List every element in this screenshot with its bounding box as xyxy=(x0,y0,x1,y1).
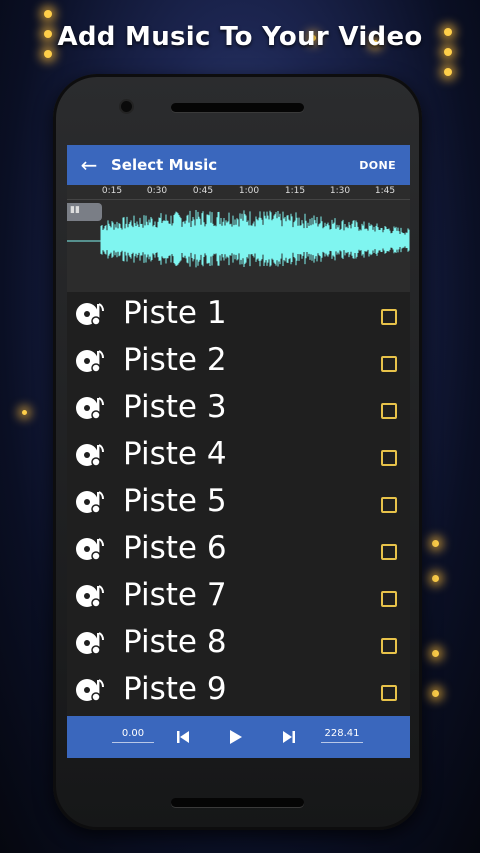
timeline-tick: 0:45 xyxy=(192,186,214,196)
timeline-tick: 1:00 xyxy=(238,186,260,196)
play-icon[interactable] xyxy=(223,716,247,758)
track-list: Piste 1 Piste 2 Piste 3 Piste 4 Piste 5 … xyxy=(67,292,410,716)
track-checkbox[interactable] xyxy=(381,638,397,654)
timeline: 0:15 0:30 0:45 1:00 1:15 1:30 1:45 xyxy=(67,185,410,200)
list-item[interactable]: Piste 7 xyxy=(67,574,410,621)
track-label: Piste 2 xyxy=(123,342,227,378)
music-disc-icon xyxy=(76,679,104,702)
list-item[interactable]: Piste 4 xyxy=(67,433,410,480)
start-time-field[interactable]: 0.00 xyxy=(112,728,154,743)
skip-next-icon[interactable] xyxy=(277,716,301,758)
app-bar: ← Select Music DONE xyxy=(67,145,410,185)
track-label: Piste 1 xyxy=(123,295,227,331)
track-checkbox[interactable] xyxy=(381,356,397,372)
list-item[interactable]: Piste 6 xyxy=(67,527,410,574)
music-disc-icon xyxy=(76,491,104,514)
list-item[interactable]: Piste 2 xyxy=(67,339,410,386)
track-label: Piste 8 xyxy=(123,624,227,660)
track-label: Piste 9 xyxy=(123,671,227,707)
music-disc-icon xyxy=(76,350,104,373)
track-checkbox[interactable] xyxy=(381,450,397,466)
music-disc-icon xyxy=(76,585,104,608)
skip-previous-icon[interactable] xyxy=(171,716,195,758)
music-disc-icon xyxy=(76,397,104,420)
track-checkbox[interactable] xyxy=(381,685,397,701)
list-item[interactable]: Piste 3 xyxy=(67,386,410,433)
headline: Add Music To Your Video xyxy=(57,22,423,52)
track-checkbox[interactable] xyxy=(381,544,397,560)
list-item[interactable]: Piste 8 xyxy=(67,621,410,668)
timeline-tick: 1:15 xyxy=(284,186,306,196)
done-button[interactable]: DONE xyxy=(359,159,396,172)
track-checkbox[interactable] xyxy=(381,403,397,419)
bottom-speaker xyxy=(171,798,304,807)
waveform xyxy=(67,209,410,268)
track-label: Piste 3 xyxy=(123,389,227,425)
app-screen: ← Select Music DONE 0:15 0:30 0:45 1:00 … xyxy=(67,145,410,758)
music-disc-icon xyxy=(76,444,104,467)
arrow-left-icon[interactable]: ← xyxy=(67,145,111,185)
track-label: Piste 4 xyxy=(123,436,227,472)
playback-controls: 0.00 228.41 xyxy=(67,716,410,758)
timeline-tick: 1:30 xyxy=(329,186,351,196)
track-checkbox[interactable] xyxy=(381,497,397,513)
timeline-tick: 0:30 xyxy=(146,186,168,196)
waveform-panel[interactable]: 0:15 0:30 0:45 1:00 1:15 1:30 1:45 ▮▮ xyxy=(67,185,410,292)
list-item[interactable]: Piste 1 xyxy=(67,292,410,339)
page-title: Select Music xyxy=(111,156,218,174)
music-disc-icon xyxy=(76,303,104,326)
timeline-tick: 1:45 xyxy=(374,186,396,196)
earpiece xyxy=(171,103,304,112)
end-time-field[interactable]: 228.41 xyxy=(321,728,363,743)
track-label: Piste 6 xyxy=(123,530,227,566)
track-label: Piste 7 xyxy=(123,577,227,613)
list-item[interactable]: Piste 5 xyxy=(67,480,410,527)
drag-handle-icon: ▮▮ xyxy=(70,205,80,215)
camera-icon xyxy=(121,101,132,112)
track-checkbox[interactable] xyxy=(381,309,397,325)
music-disc-icon xyxy=(76,538,104,561)
list-item[interactable]: Piste 9 xyxy=(67,668,410,715)
music-disc-icon xyxy=(76,632,104,655)
track-checkbox[interactable] xyxy=(381,591,397,607)
track-label: Piste 5 xyxy=(123,483,227,519)
timeline-tick: 0:15 xyxy=(101,186,123,196)
